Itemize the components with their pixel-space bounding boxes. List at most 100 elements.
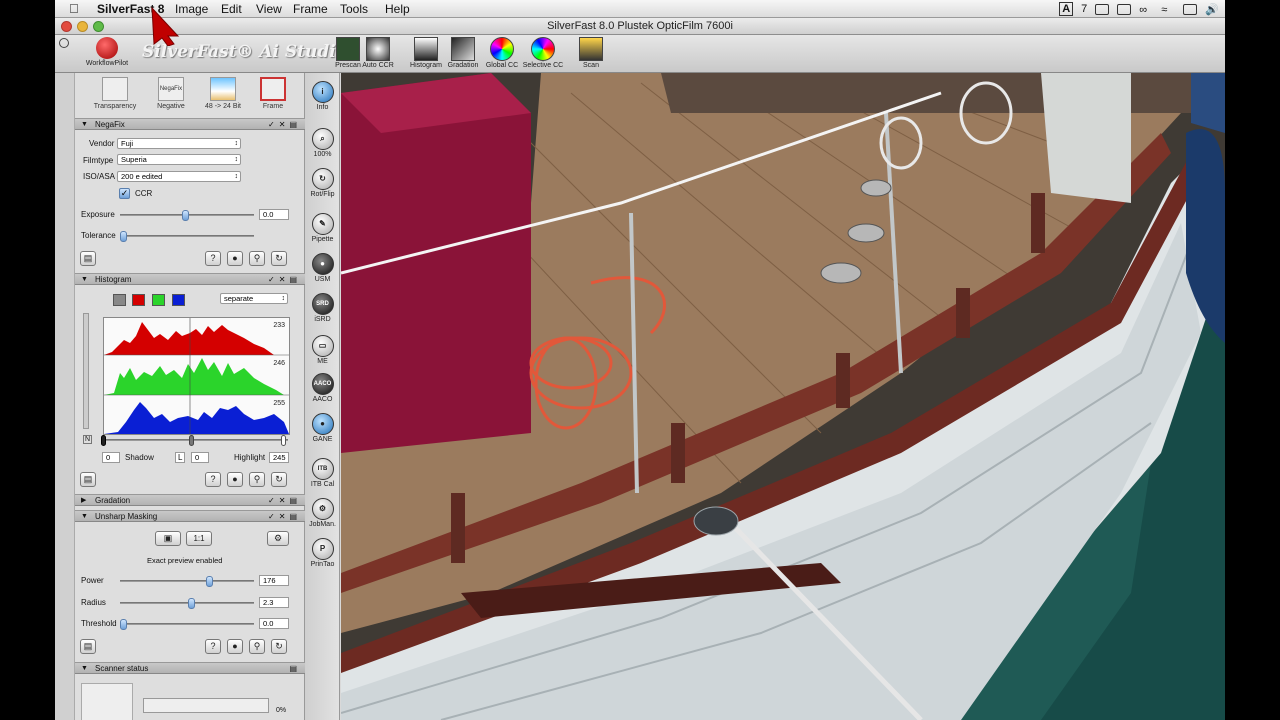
power-value[interactable]: 176 [259, 575, 289, 586]
tolerance-slider[interactable] [120, 231, 254, 242]
highlight-value[interactable]: 245 [269, 452, 289, 463]
histogram-header[interactable]: ▼ Histogram ✓✕▤ [75, 273, 305, 285]
menu-tools[interactable]: Tools [340, 2, 368, 16]
expert-button[interactable]: ● [227, 251, 243, 266]
zoom-1to1-button[interactable]: 1:1 [186, 531, 212, 546]
reset-button[interactable]: ↻ [271, 472, 287, 487]
mode-transparency-button[interactable]: Transparency [89, 77, 141, 110]
tolerance-slider-knob[interactable] [120, 231, 127, 242]
radius-slider-knob[interactable] [188, 598, 195, 609]
shadow-knob[interactable] [101, 435, 106, 446]
keyboard-icon[interactable] [1183, 3, 1198, 15]
filmtype-select[interactable]: Superia [117, 154, 241, 165]
highlight-knob[interactable] [281, 435, 286, 446]
reset-button[interactable]: ↻ [271, 251, 287, 266]
blue-channel-button[interactable] [172, 294, 185, 306]
exposure-slider-knob[interactable] [182, 210, 189, 221]
toolbar-global-cc-button[interactable]: Global CC [481, 37, 523, 69]
menu-edit[interactable]: Edit [221, 2, 242, 16]
radius-slider[interactable] [120, 598, 254, 609]
mode-frame-button[interactable]: Frame [247, 77, 299, 110]
menu-view[interactable]: View [256, 2, 282, 16]
settings-gear-icon[interactable] [59, 38, 69, 48]
tool-printao-button[interactable]: P PrinTao [305, 538, 340, 568]
green-channel-button[interactable] [152, 294, 165, 306]
threshold-value[interactable]: 0.0 [259, 618, 289, 629]
iso-select[interactable]: 200 e edited [117, 171, 241, 182]
section-controls[interactable]: ✓✕▤ [268, 511, 301, 522]
mode-48-24-bit-button[interactable]: 48 -> 24 Bit [197, 77, 249, 110]
tool-info-button[interactable]: i Info [305, 81, 340, 111]
power-slider-knob[interactable] [206, 576, 213, 587]
save-preset-button[interactable]: ▤ [80, 472, 96, 487]
threshold-slider-knob[interactable] [120, 619, 127, 630]
red-channel-button[interactable] [132, 294, 145, 306]
histogram-side-slider[interactable] [83, 313, 89, 429]
gradation-header[interactable]: ▶ Gradation ✓✕▤ [75, 494, 305, 506]
toolbar-histogram-button[interactable]: Histogram [405, 37, 447, 69]
gray-channel-button[interactable] [113, 294, 126, 306]
n-button[interactable]: N [83, 435, 93, 444]
section-controls[interactable]: ✓✕▤ [268, 274, 301, 285]
toolbar-selective-cc-button[interactable]: Selective CC [522, 37, 564, 69]
manual-button[interactable]: ? [205, 472, 221, 487]
tool-gane-button[interactable]: ● GANE [305, 413, 340, 443]
expand-triangle-icon[interactable]: ▼ [81, 274, 88, 285]
manual-button[interactable]: ? [205, 251, 221, 266]
tool-jobman--button[interactable]: ⚙ JobMan. [305, 498, 340, 528]
prescan-preview[interactable] [341, 73, 1225, 720]
expand-triangle-icon[interactable]: ▼ [81, 511, 88, 522]
volume-icon[interactable]: 🔊 [1205, 3, 1219, 16]
toolbar-scan-button[interactable]: Scan [570, 37, 612, 69]
negafix-header[interactable]: ▼ NegaFix ✓✕▤ [75, 118, 305, 130]
wifi-icon[interactable]: ≈ [1161, 4, 1175, 16]
section-controls[interactable]: ▤ [289, 663, 301, 674]
exposure-value[interactable]: 0.0 [259, 209, 289, 220]
threshold-slider[interactable] [120, 619, 254, 630]
mode-negative-button[interactable]: NegaFix Negative [145, 77, 197, 110]
usm-settings-button[interactable]: ⚙ [267, 531, 289, 546]
expert-button[interactable]: ● [227, 639, 243, 654]
expand-triangle-icon[interactable]: ▼ [81, 663, 88, 674]
shadow-value[interactable]: 0 [102, 452, 120, 463]
tool-aaco-button[interactable]: AACO AACO [305, 373, 340, 403]
ccr-checkbox[interactable]: ✓ [119, 188, 130, 199]
levels-slider[interactable] [101, 435, 288, 446]
radius-value[interactable]: 2.3 [259, 597, 289, 608]
exposure-slider[interactable] [120, 210, 254, 221]
manual-button[interactable]: ? [205, 639, 221, 654]
reset-button[interactable]: ↻ [271, 639, 287, 654]
input-menu-icon[interactable]: A [1059, 2, 1074, 16]
power-slider[interactable] [120, 576, 254, 587]
display-icon[interactable] [1117, 3, 1132, 15]
histogram-mode-select[interactable]: separate [220, 293, 288, 304]
usm-header[interactable]: ▼ Unsharp Masking ✓✕▤ [75, 510, 305, 522]
magnify-button[interactable]: ⚲ [249, 472, 265, 487]
menu-help[interactable]: Help [385, 2, 410, 16]
tool-itb-cal-button[interactable]: ITB ITB Cal [305, 458, 340, 488]
toolbar-gradation-button[interactable]: Gradation [442, 37, 484, 69]
tool-isrd-button[interactable]: SRD iSRD [305, 293, 340, 323]
midtone-knob[interactable] [189, 435, 194, 446]
menu-frame[interactable]: Frame [293, 2, 328, 16]
apple-icon[interactable]:  [69, 1, 79, 16]
expert-button[interactable]: ● [227, 472, 243, 487]
tool-me-button[interactable]: ▭ ME [305, 335, 340, 365]
save-preset-button[interactable]: ▤ [80, 251, 96, 266]
tool-usm-button[interactable]: ● USM [305, 253, 340, 283]
scanner-status-header[interactable]: ▼ Scanner status ▤ [75, 662, 305, 674]
magnify-button[interactable]: ⚲ [249, 251, 265, 266]
preview-frame-button[interactable]: ▣ [155, 531, 181, 546]
tool-100--button[interactable]: ⌕ 100% [305, 128, 340, 158]
time-machine-icon[interactable] [1095, 3, 1110, 15]
vendor-select[interactable]: Fuji [117, 138, 241, 149]
toolbar-auto-ccr-button[interactable]: Auto CCR [357, 37, 399, 69]
section-controls[interactable]: ✓✕▤ [268, 495, 301, 506]
tool-rot-flip-button[interactable]: ↻ Rot/Flip [305, 168, 340, 198]
bluetooth-icon[interactable]: ∞ [1139, 4, 1153, 16]
section-controls[interactable]: ✓✕▤ [268, 119, 301, 130]
collapse-triangle-icon[interactable]: ▶ [81, 495, 86, 506]
save-preset-button[interactable]: ▤ [80, 639, 96, 654]
expand-triangle-icon[interactable]: ▼ [81, 119, 88, 130]
l-value[interactable]: 0 [191, 452, 209, 463]
